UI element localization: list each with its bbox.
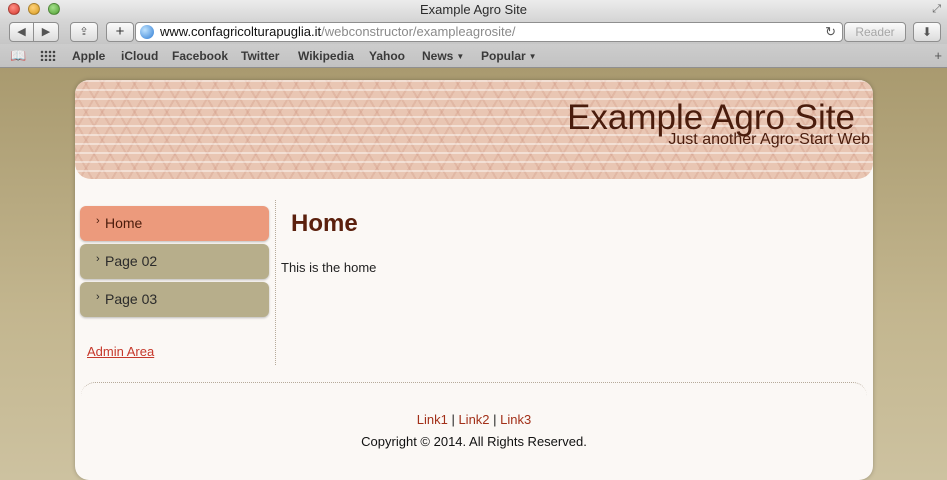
copyright-text: Copyright © 2014. All Rights Reserved. xyxy=(361,434,587,449)
site-tagline: Just another Agro-Start Web xyxy=(668,131,870,148)
sidebar-nav: › Home › Page 02 › Page 03 xyxy=(80,206,269,320)
top-sites-icon[interactable] xyxy=(40,50,56,61)
url-host: www.confagricolturapuglia.it xyxy=(160,24,322,39)
footer-link-3[interactable]: Link3 xyxy=(500,412,531,427)
footer-link-1[interactable]: Link1 xyxy=(417,412,448,427)
bookmark-news-label: News xyxy=(422,49,454,63)
browser-toolbar: ◀ ▶ ⇪ + www.confagricolturapuglia.it/web… xyxy=(0,20,947,44)
footer-link-2[interactable]: Link2 xyxy=(458,412,489,427)
add-bookmark-button[interactable]: + xyxy=(106,22,134,42)
page-title: Home xyxy=(291,210,358,237)
downloads-button[interactable]: ⬇ xyxy=(913,22,941,42)
admin-area-link[interactable]: Admin Area xyxy=(87,344,154,359)
chevron-right-icon: › xyxy=(96,215,100,227)
bookmarks-add-icon[interactable]: + xyxy=(934,48,942,63)
window-title: Example Agro Site xyxy=(420,2,527,17)
address-bar[interactable]: www.confagricolturapuglia.it/webconstruc… xyxy=(135,22,843,42)
reader-button[interactable]: Reader xyxy=(844,22,906,42)
bookmark-apple[interactable]: Apple xyxy=(72,49,105,63)
url-text[interactable]: www.confagricolturapuglia.it/webconstruc… xyxy=(160,23,516,41)
share-button[interactable]: ⇪ xyxy=(70,22,98,42)
bookmark-twitter[interactable]: Twitter xyxy=(241,49,279,63)
bookmark-popular[interactable]: Popular ▼ xyxy=(481,49,537,63)
footer-divider xyxy=(81,382,867,396)
footer-links: Link1 | Link2 | Link3 xyxy=(75,412,873,427)
reload-icon[interactable]: ↻ xyxy=(825,23,836,41)
back-button[interactable]: ◀ xyxy=(9,22,34,42)
bookmark-popular-label: Popular xyxy=(481,49,526,63)
chevron-right-icon: › xyxy=(96,253,100,265)
forward-button[interactable]: ▶ xyxy=(34,22,59,42)
nav-item-label: Page 02 xyxy=(105,253,158,269)
dropdown-caret-icon: ▼ xyxy=(456,52,465,61)
site-container: Example Agro Site Just another Agro-Star… xyxy=(75,80,873,480)
page-viewport: Example Agro Site Just another Agro-Star… xyxy=(0,68,947,480)
bookmark-yahoo[interactable]: Yahoo xyxy=(369,49,405,63)
globe-icon xyxy=(140,25,154,39)
page-body-text: This is the home xyxy=(281,260,377,275)
site-header-banner: Example Agro Site Just another Agro-Star… xyxy=(75,80,873,179)
fullscreen-icon[interactable]: ⤢ xyxy=(932,3,941,16)
reading-list-icon[interactable]: 📖 xyxy=(10,48,26,64)
bookmark-wikipedia[interactable]: Wikipedia xyxy=(298,49,354,63)
footer-separator: | xyxy=(447,412,459,427)
url-path: /webconstructor/exampleagrosite/ xyxy=(321,24,516,39)
bookmark-news[interactable]: News ▼ xyxy=(422,49,464,63)
nav-item-page-02[interactable]: › Page 02 xyxy=(80,244,269,279)
window-titlebar: Example Agro Site ⤢ xyxy=(0,0,947,20)
nav-item-home[interactable]: › Home xyxy=(80,206,269,241)
sidebar-divider xyxy=(275,200,276,365)
nav-item-label: Page 03 xyxy=(105,291,158,307)
bookmark-facebook[interactable]: Facebook xyxy=(172,49,228,63)
nav-item-page-03[interactable]: › Page 03 xyxy=(80,282,269,317)
chevron-right-icon: › xyxy=(96,291,100,303)
dropdown-caret-icon: ▼ xyxy=(528,52,537,61)
bookmarks-bar: 📖 Apple iCloud Facebook Twitter Wikipedi… xyxy=(0,44,947,68)
nav-item-label: Home xyxy=(105,215,143,231)
bookmark-icloud[interactable]: iCloud xyxy=(121,49,158,63)
footer-separator: | xyxy=(489,412,501,427)
